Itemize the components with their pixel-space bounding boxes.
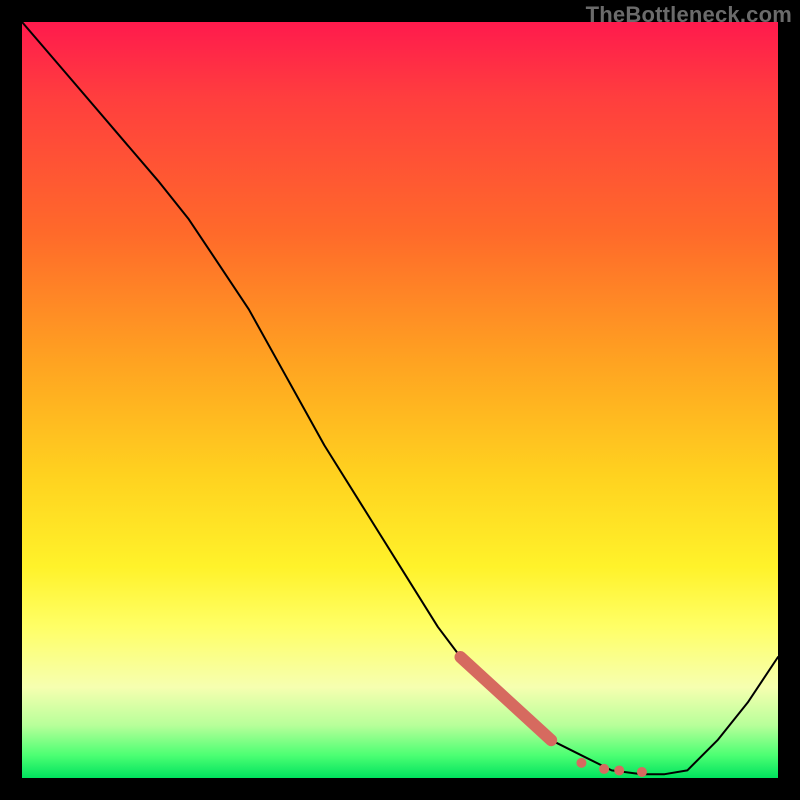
plot-frame	[22, 22, 778, 778]
plot-gradient	[22, 22, 778, 778]
chart-stage: TheBottleneck.com	[0, 0, 800, 800]
